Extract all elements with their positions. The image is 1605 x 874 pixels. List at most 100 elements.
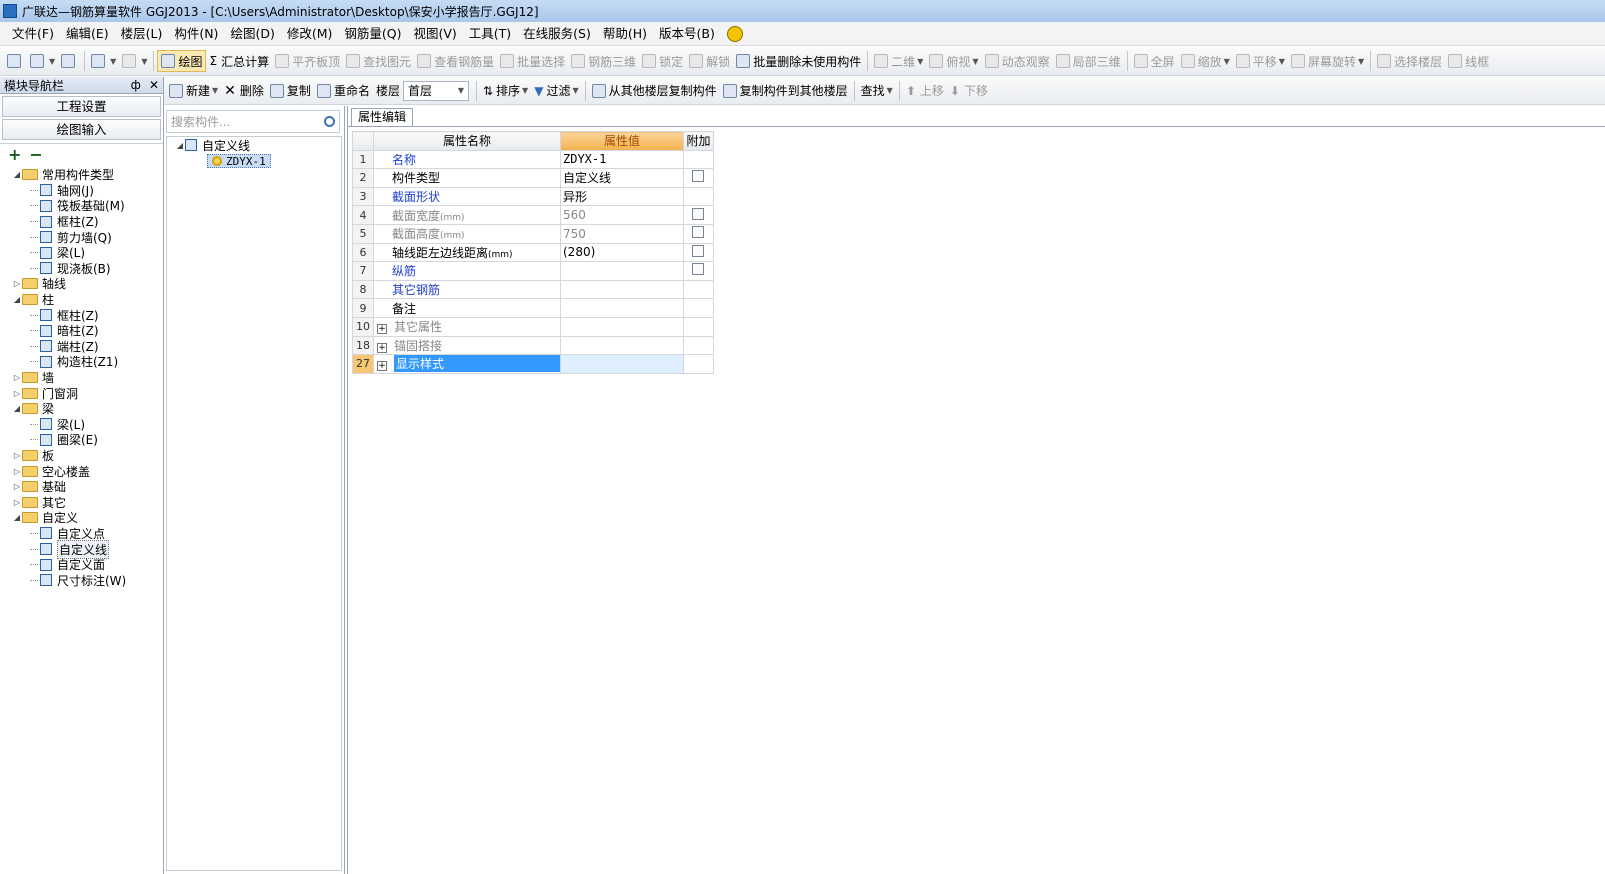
property-row[interactable]: 10 + 其它属性 (352, 316, 714, 337)
copy-to-floor-button[interactable]: 复制构件到其他楼层 (720, 80, 851, 102)
property-row[interactable]: 9 备注 (352, 298, 714, 318)
pan-button[interactable]: 平移 ▼ (1233, 50, 1288, 72)
property-value-header[interactable]: 属性值 (560, 131, 684, 151)
tree-item[interactable]: 现浇板(B) (0, 261, 163, 277)
attach-checkbox[interactable] (692, 207, 704, 220)
collapse-triangle-icon[interactable]: ◢ (175, 141, 185, 150)
property-value[interactable] (560, 335, 684, 356)
property-value[interactable] (560, 354, 684, 374)
expand-triangle-icon[interactable]: ▷ (12, 389, 22, 398)
find-button[interactable]: 查找 ▼ (858, 80, 896, 102)
property-name[interactable]: 纵筋 (373, 261, 561, 281)
property-value[interactable]: 750 (560, 223, 684, 244)
draw-input-button[interactable]: 绘图输入 (2, 119, 161, 140)
property-row[interactable]: 2 构件类型 自定义线 (352, 168, 714, 188)
property-name[interactable]: 轴线距左边线距离(mm) (373, 242, 561, 263)
menu-version[interactable]: 版本号(B) (653, 24, 721, 44)
property-name[interactable]: + 其它属性 (373, 316, 561, 337)
property-row[interactable]: 18 + 锚固搭接 (352, 335, 714, 356)
expand-plus-icon[interactable]: + (377, 361, 387, 372)
tree-item[interactable]: 端柱(Z) (0, 339, 163, 355)
smiley-face-icon[interactable] (726, 25, 743, 42)
property-row[interactable]: 5 截面高度(mm) 750 (352, 223, 714, 244)
tree-folder[interactable]: ◢ 梁 (0, 401, 163, 417)
project-settings-button[interactable]: 工程设置 (2, 96, 161, 117)
row-number[interactable]: 27 (352, 354, 374, 374)
tree-item[interactable]: 暗柱(Z) (0, 323, 163, 339)
property-extra-header[interactable]: 附加 (683, 131, 714, 151)
tree-item[interactable]: 构造柱(Z1) (0, 354, 163, 370)
open-file-button[interactable]: ▼ (27, 50, 58, 72)
tree-folder[interactable]: ◢ 自定义 (0, 510, 163, 526)
close-icon[interactable]: ✕ (149, 78, 159, 92)
batch-select-button[interactable]: 批量选择 (497, 50, 568, 72)
row-number[interactable]: 6 (352, 242, 374, 263)
rotate-screen-button[interactable]: 屏幕旋转 ▼ (1288, 50, 1367, 72)
row-number[interactable]: 18 (352, 335, 374, 356)
sum-calc-button[interactable]: Σ 汇总计算 (206, 50, 272, 72)
flush-slab-button[interactable]: 平齐板顶 (272, 50, 343, 72)
unlock-button[interactable]: 解锁 (686, 50, 733, 72)
menu-file[interactable]: 文件(F) (6, 24, 60, 44)
expand-triangle-icon[interactable]: ◢ (12, 513, 22, 522)
menu-floor[interactable]: 楼层(L) (115, 24, 169, 44)
property-name[interactable]: 其它钢筋 (373, 279, 561, 300)
menu-modify[interactable]: 修改(M) (281, 24, 339, 44)
tree-folder[interactable]: ◢ 常用构件类型 (0, 167, 163, 183)
menu-online[interactable]: 在线服务(S) (517, 24, 597, 44)
top-view-button[interactable]: 俯视 ▼ (926, 50, 981, 72)
expand-triangle-icon[interactable]: ▷ (12, 482, 22, 491)
tree-folder[interactable]: ▷ 门窗洞 (0, 385, 163, 401)
tree-item[interactable]: 框柱(Z) (0, 214, 163, 230)
search-icon[interactable] (324, 116, 335, 127)
row-number[interactable]: 1 (352, 149, 374, 170)
property-row[interactable]: 27 + 显示样式 (352, 354, 714, 374)
find-element-button[interactable]: 查找图元 (343, 50, 414, 72)
view-rebar-button[interactable]: 查看钢筋量 (414, 50, 497, 72)
zoom-button[interactable]: 缩放 ▼ (1178, 50, 1233, 72)
expand-triangle-icon[interactable]: ◢ (12, 295, 22, 304)
lock-button[interactable]: 锁定 (639, 50, 686, 72)
select-floor-button[interactable]: 选择楼层 (1374, 50, 1445, 72)
menu-component[interactable]: 构件(N) (168, 24, 224, 44)
draw-button[interactable]: 绘图 (157, 50, 207, 72)
component-search-input[interactable]: 搜索构件... (166, 110, 340, 133)
attach-checkbox[interactable] (692, 263, 704, 276)
tree-folder[interactable]: ▷ 板 (0, 448, 163, 464)
tree-item[interactable]: 剪力墙(Q) (0, 229, 163, 245)
tree-item[interactable]: 轴网(J) (0, 183, 163, 199)
attach-checkbox[interactable] (692, 244, 704, 257)
pin-icon[interactable]: ф (131, 78, 141, 92)
row-number[interactable]: 5 (352, 223, 374, 244)
property-name[interactable]: + 显示样式 (373, 354, 561, 374)
property-value[interactable] (560, 279, 684, 300)
new-component-button[interactable]: 新建 ▼ (166, 80, 221, 102)
new-file-button[interactable] (4, 50, 27, 72)
menu-view[interactable]: 视图(V) (407, 24, 462, 44)
fullscreen-button[interactable]: 全屏 (1131, 50, 1178, 72)
property-value[interactable]: ZDYX-1 (560, 149, 684, 170)
tree-folder[interactable]: ▷ 空心楼盖 (0, 463, 163, 479)
expand-triangle-icon[interactable]: ▷ (12, 373, 22, 382)
property-value[interactable]: (280) (560, 242, 684, 263)
property-name[interactable]: 备注 (373, 298, 561, 318)
property-row[interactable]: 8 其它钢筋 (352, 279, 714, 300)
tree-item[interactable]: 自定义线 (0, 539, 163, 559)
move-up-button[interactable]: ⬆ 上移 (903, 80, 947, 102)
menu-tools[interactable]: 工具(T) (463, 24, 517, 44)
tree-item[interactable]: 圈梁(E) (0, 432, 163, 448)
component-tree-item[interactable]: ZDYX-1 (167, 153, 341, 169)
sort-button[interactable]: ⇅ 排序 ▼ (480, 80, 531, 102)
tree-item[interactable]: 尺寸标注(W) (0, 572, 163, 588)
tree-item[interactable]: 梁(L) (0, 417, 163, 433)
row-number[interactable]: 10 (352, 316, 374, 337)
menu-help[interactable]: 帮助(H) (597, 24, 653, 44)
property-value[interactable]: 自定义线 (560, 168, 684, 188)
menu-edit[interactable]: 编辑(E) (60, 24, 115, 44)
property-name[interactable]: 构件类型 (373, 168, 561, 188)
move-down-button[interactable]: ⬇ 下移 (947, 80, 991, 102)
undo-button[interactable]: ▼ (88, 50, 119, 72)
tree-item[interactable]: 自定义面 (0, 557, 163, 573)
expand-all-icon[interactable]: + (8, 145, 21, 164)
rebar-3d-button[interactable]: 钢筋三维 (568, 50, 639, 72)
